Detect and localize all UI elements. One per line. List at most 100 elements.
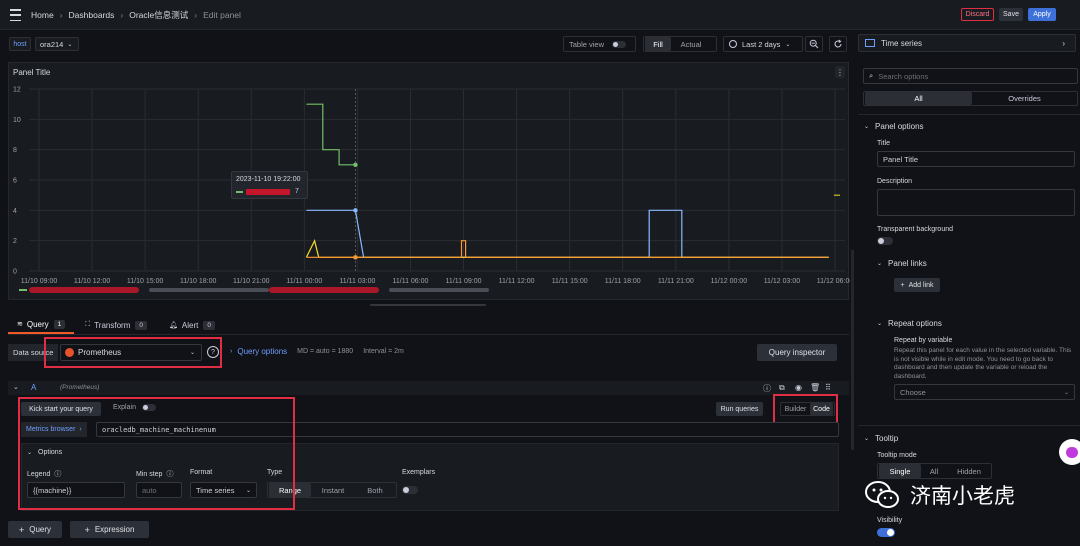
add-expression-label: Expression [94,525,135,534]
table-view-toggle[interactable]: Table view [563,36,636,52]
actual-option[interactable]: Actual [671,37,711,51]
visualization-picker[interactable]: Time series › [858,34,1076,52]
panel-links-header[interactable]: ⌄ Panel links [877,259,927,268]
series-line [306,103,356,166]
divider [858,114,1080,115]
visibility-toggle[interactable] [877,528,895,537]
tab-transform-label: Transform [94,320,131,330]
chevron-down-icon: ⌄ [1063,389,1069,396]
tooltip-section-label: Tooltip [875,434,899,443]
run-queries-button[interactable]: Run queries [716,402,763,416]
help-icon[interactable]: ⓘ [763,383,771,394]
menu-icon[interactable] [10,9,21,21]
x-tick-label: 11/11 18:00 [605,278,641,285]
pane-splitter[interactable] [851,250,854,450]
transparent-toggle[interactable] [877,237,893,245]
x-tick-label: 11/11 03:00 [339,278,375,285]
tab-query-label: Query [26,319,49,329]
query-options-link[interactable]: Query options [237,347,287,356]
search-icon: ⌕ [869,71,874,80]
discard-button[interactable]: Discard [961,8,994,21]
x-tick-label: 11/12 00:00 [711,278,748,285]
transparent-label: Transparent background [877,226,954,233]
plus-icon: + [18,524,25,535]
trash-icon[interactable]: 🗑︎ [810,383,820,392]
plus-icon: + [900,281,905,289]
breadcrumb-dashboards[interactable]: Dashboards [69,10,115,20]
tooltip-header[interactable]: ⌄ Tooltip [864,434,898,443]
copy-icon[interactable]: ⧉ [779,383,785,393]
zoom-out-button[interactable] [805,36,823,52]
time-range-picker[interactable]: Last 2 days ⌄ [723,36,803,52]
breadcrumb-dashboard[interactable]: Oracle信息测试 [129,9,188,21]
type-instant[interactable]: Instant [311,483,355,497]
title-input[interactable]: Panel Title [877,151,1075,167]
search-placeholder: Search options [878,71,929,81]
refresh-button[interactable] [829,36,847,52]
query-ref[interactable]: A [31,383,36,392]
exemplars-toggle[interactable] [402,486,418,494]
y-tick-label: 6 [13,178,17,185]
assistant-button[interactable] [1059,439,1080,465]
repeat-options-header[interactable]: ⌄ Repeat options [877,319,942,328]
md-info: MD = auto = 1880 [297,348,354,355]
add-query-button[interactable]: + Query [8,521,62,538]
variable-select[interactable]: ora214 ⌄ [35,37,79,51]
chevron-down-icon: ⌄ [864,124,870,130]
redacted-mark [246,188,290,195]
time-series-icon [865,39,875,47]
eye-icon[interactable]: ◉ [795,383,802,392]
resize-handle[interactable] [370,304,486,306]
tooltip-mode-all[interactable]: All [921,464,947,478]
zoom-out-icon [809,39,819,49]
y-tick-label: 2 [13,238,17,245]
tab-count-badge: 1 [53,319,66,329]
repeat-by-label: Repeat by variable [894,337,953,344]
tooltip-mode-single[interactable]: Single [879,464,921,478]
refresh-icon [834,39,842,48]
description-textarea[interactable] [877,189,1075,216]
x-tick-label: 11/11 12:00 [499,278,535,285]
chevron-right-icon: › [194,10,198,20]
tab-alert[interactable]: 🔔︎ Alert 0 [158,316,226,334]
query-inspector-button[interactable]: Query inspector [757,344,837,361]
tooltip-time: 2023-11-10 19:22:00 [236,176,301,183]
query-row-header: ⌄ A (Prometheus) ⓘ ⧉ ◉ 🗑︎ ⠿ [8,381,849,395]
query-tabs: ≋ Query 1 ⛶ Transform 0 🔔︎ Alert 0 [8,316,226,334]
panel-options-header[interactable]: ⌄ Panel options [864,122,924,131]
breadcrumb-home[interactable]: Home [31,10,54,20]
redacted-mark [269,287,379,293]
redacted-mark [29,287,139,293]
title-label: Title [877,140,890,147]
series-line [306,240,829,258]
add-link-button[interactable]: + Add link [894,278,940,292]
panel-preview: Panel Title ⋮ 12 10 8 6 4 2 0 11/10 09:00 11/10 … [8,62,850,300]
collapse-icon[interactable]: ⌄ [13,383,19,391]
tooltip-mode-hidden[interactable]: Hidden [947,464,991,478]
drag-handle-icon[interactable]: ⠿ [825,383,831,392]
wechat-logo-icon [865,481,899,508]
add-expression-button[interactable]: + Expression [70,521,149,538]
tab-query[interactable]: ≋ Query 1 [8,316,75,334]
tooltip-mode-group: Single All Hidden [877,463,992,479]
add-link-label: Add link [908,281,934,289]
tab-overrides[interactable]: Overrides [972,92,1077,105]
toggle-switch[interactable] [612,40,627,48]
legend-text [149,288,269,292]
divider [8,334,849,335]
save-button[interactable]: Save [999,8,1023,21]
x-tick-label: 11/11 15:00 [552,278,588,285]
tab-all[interactable]: All [865,92,972,105]
series-line [305,238,829,258]
repeat-variable-select[interactable]: Choose ⌄ [894,384,1075,400]
variable-label: host [9,37,31,51]
apply-button[interactable]: Apply [1028,8,1056,21]
fill-option[interactable]: Fill [645,37,671,51]
highlight-box [773,394,838,424]
tab-transform[interactable]: ⛶ Transform 0 [74,316,158,334]
search-options-input[interactable]: ⌕ Search options [863,68,1078,84]
type-both[interactable]: Both [355,483,395,497]
x-tick-label: 11/11 00:00 [286,278,322,285]
time-series-chart: 12 10 8 6 4 2 0 11/10 09:00 11/10 12:00 11/10 15:… [13,87,850,286]
y-tick-label: 0 [13,269,17,276]
